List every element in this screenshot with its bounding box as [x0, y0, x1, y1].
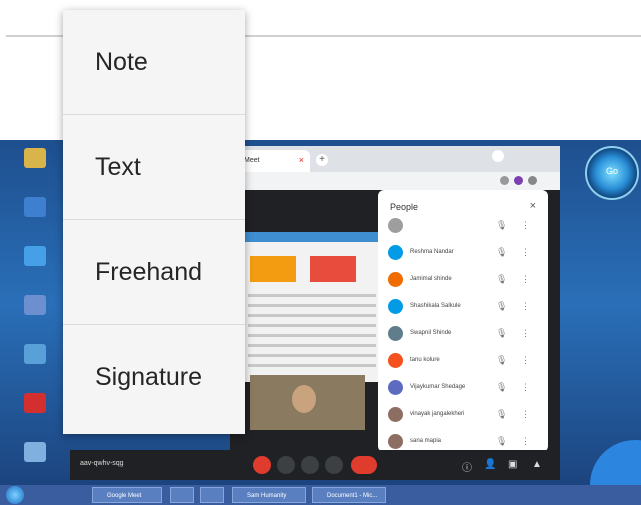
mic-toggle-button[interactable]	[253, 456, 271, 474]
windows-taskbar: Google Meet Sam Humanity Document1 - Mic…	[0, 485, 641, 505]
participant-video	[250, 375, 365, 430]
meeting-controls: aav-qwhv-sqg ⓘ 👤 ▣ ▲	[70, 450, 560, 480]
desktop-icon[interactable]	[6, 197, 64, 237]
avatar	[388, 380, 403, 395]
more-options-icon[interactable]: ⋮	[521, 274, 530, 285]
mic-off-icon: 🎙	[496, 220, 508, 230]
avatar	[388, 218, 403, 233]
mic-off-icon: 🎙	[496, 274, 508, 284]
participant-name: Shashikala Salkule	[410, 303, 461, 309]
star-icon[interactable]	[500, 176, 509, 185]
taskbar-item[interactable]	[170, 487, 194, 503]
participant-row[interactable]: tanu kolure 🎙 ⋮	[378, 347, 548, 374]
mic-off-icon: 🎙	[496, 355, 508, 365]
more-options-icon[interactable]: ⋮	[521, 301, 530, 312]
participant-row[interactable]: Shashikala Salkule 🎙 ⋮	[378, 293, 548, 320]
profile-icon[interactable]	[492, 150, 504, 162]
annotation-menu: Note Text Freehand Signature	[63, 10, 245, 434]
more-options-icon[interactable]: ⋮	[521, 247, 530, 258]
participant-list: 🎙 ⋮ Reshma Nandar 🎙 ⋮ Jamimal shinde 🎙 ⋮ Shashik…	[378, 212, 548, 455]
avatar	[388, 353, 403, 368]
people-panel-header: People ×	[378, 190, 548, 212]
present-button[interactable]	[301, 456, 319, 474]
avatar	[388, 245, 403, 260]
taskbar-item[interactable]: Document1 - Mic...	[312, 487, 386, 503]
start-button[interactable]	[6, 486, 24, 504]
mic-off-icon: 🎙	[496, 382, 508, 392]
people-panel-title: People	[390, 202, 419, 212]
desktop-icons	[6, 148, 66, 491]
more-options-icon[interactable]: ⋮	[521, 382, 530, 393]
participant-name: vinayak jangalekheri	[410, 411, 465, 417]
participant-name: Swapnil Shinde	[410, 330, 452, 336]
desktop-icon[interactable]	[6, 344, 64, 384]
menu-item-signature[interactable]: Signature	[63, 325, 245, 430]
menu-icon[interactable]	[528, 176, 537, 185]
menu-item-text[interactable]: Text	[63, 115, 245, 220]
more-options-icon[interactable]: ⋮	[521, 220, 530, 231]
more-options-icon[interactable]: ⋮	[521, 355, 530, 366]
taskbar-item[interactable]: Google Meet	[92, 487, 162, 503]
participant-row[interactable]: Vijaykumar Shedage 🎙 ⋮	[378, 374, 548, 401]
avatar	[388, 434, 403, 449]
participant-face	[292, 385, 316, 413]
browser-tab-bar: Meet × +	[230, 146, 560, 172]
participant-name: tanu kolure	[410, 357, 440, 363]
desktop-icon[interactable]	[6, 442, 64, 482]
chat-icon[interactable]: ▣	[508, 459, 517, 470]
avatar	[388, 326, 403, 341]
participant-row[interactable]: 🎙 ⋮	[378, 212, 548, 239]
menu-item-note[interactable]: Note	[63, 10, 245, 115]
new-tab-button[interactable]: +	[316, 154, 328, 166]
info-icon[interactable]: ⓘ	[462, 459, 472, 474]
more-options-icon[interactable]: ⋮	[521, 436, 530, 447]
meeting-code: aav-qwhv-sqg	[80, 460, 124, 467]
address-bar[interactable]	[230, 172, 560, 190]
close-icon[interactable]: ×	[530, 200, 536, 212]
people-panel: People × 🎙 ⋮ Reshma Nandar 🎙 ⋮ Jamimal shinde…	[378, 190, 548, 452]
avatar	[388, 299, 403, 314]
account-avatar-icon[interactable]	[514, 176, 523, 185]
gadget-glow-icon: Go	[585, 146, 639, 200]
participant-row[interactable]: Jamimal shinde 🎙 ⋮	[378, 266, 548, 293]
activities-icon[interactable]: ▲	[532, 459, 542, 470]
desktop-icon[interactable]	[6, 393, 64, 433]
people-icon[interactable]: 👤	[484, 459, 496, 470]
participant-row[interactable]: Swapnil Shinde 🎙 ⋮	[378, 320, 548, 347]
more-options-icon[interactable]: ⋮	[521, 328, 530, 339]
system-tray[interactable]	[551, 490, 631, 500]
more-options-button[interactable]	[325, 456, 343, 474]
desktop-icon[interactable]	[6, 295, 64, 335]
avatar	[388, 272, 403, 287]
participant-row[interactable]: Reshma Nandar 🎙 ⋮	[378, 239, 548, 266]
desktop-icon[interactable]	[6, 148, 64, 188]
participant-row[interactable]: vinayak jangalekheri 🎙 ⋮	[378, 401, 548, 428]
mic-off-icon: 🎙	[496, 301, 508, 311]
taskbar-item[interactable]	[200, 487, 224, 503]
menu-item-freehand[interactable]: Freehand	[63, 220, 245, 325]
shared-screen	[242, 232, 382, 382]
participant-name: Jamimal shinde	[410, 276, 452, 282]
camera-toggle-button[interactable]	[277, 456, 295, 474]
participant-name: Reshma Nandar	[410, 249, 454, 255]
tab-close-icon[interactable]: ×	[299, 155, 304, 165]
gadget-label: Go	[605, 166, 618, 176]
avatar	[388, 407, 403, 422]
taskbar-item[interactable]: Sam Humanity	[232, 487, 306, 503]
more-options-icon[interactable]: ⋮	[521, 409, 530, 420]
mic-off-icon: 🎙	[496, 436, 508, 446]
mic-off-icon: 🎙	[496, 247, 508, 257]
mic-off-icon: 🎙	[496, 328, 508, 338]
desktop-icon[interactable]	[6, 246, 64, 286]
participant-name: Vijaykumar Shedage	[410, 384, 466, 390]
mic-off-icon: 🎙	[496, 409, 508, 419]
participant-name: sana mapia	[410, 438, 442, 444]
browser-tab-title: Meet	[244, 157, 260, 164]
end-call-button[interactable]	[351, 456, 377, 474]
